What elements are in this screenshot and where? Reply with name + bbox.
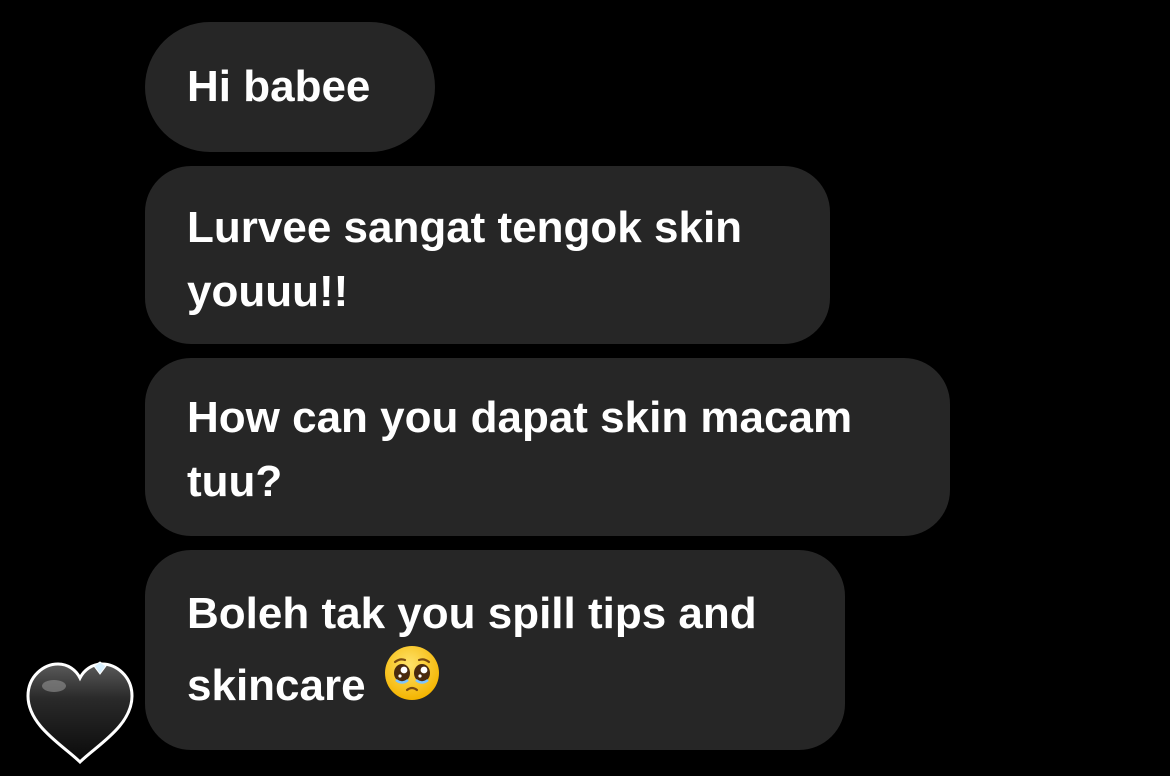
message-text: Hi babee <box>187 62 371 111</box>
message-bubble[interactable]: How can you dapat skin macam tuu? <box>145 358 950 536</box>
black-heart-icon[interactable] <box>24 660 136 768</box>
message-bubble[interactable]: Lurvee sangat tengok skin youuu!! <box>145 166 830 344</box>
message-text: How can you dapat skin macam tuu? <box>187 393 853 506</box>
message-text: Boleh tak you spill tips and skincare <box>187 589 757 710</box>
message-text: Lurvee sangat tengok skin youuu!! <box>187 203 743 316</box>
chat-thread: Hi babee Lurvee sangat tengok skin youuu… <box>0 0 1170 776</box>
message-bubble[interactable]: Hi babee <box>145 22 435 152</box>
pleading-face-icon <box>384 645 440 723</box>
message-bubble[interactable]: Boleh tak you spill tips and skincare <box>145 550 845 750</box>
